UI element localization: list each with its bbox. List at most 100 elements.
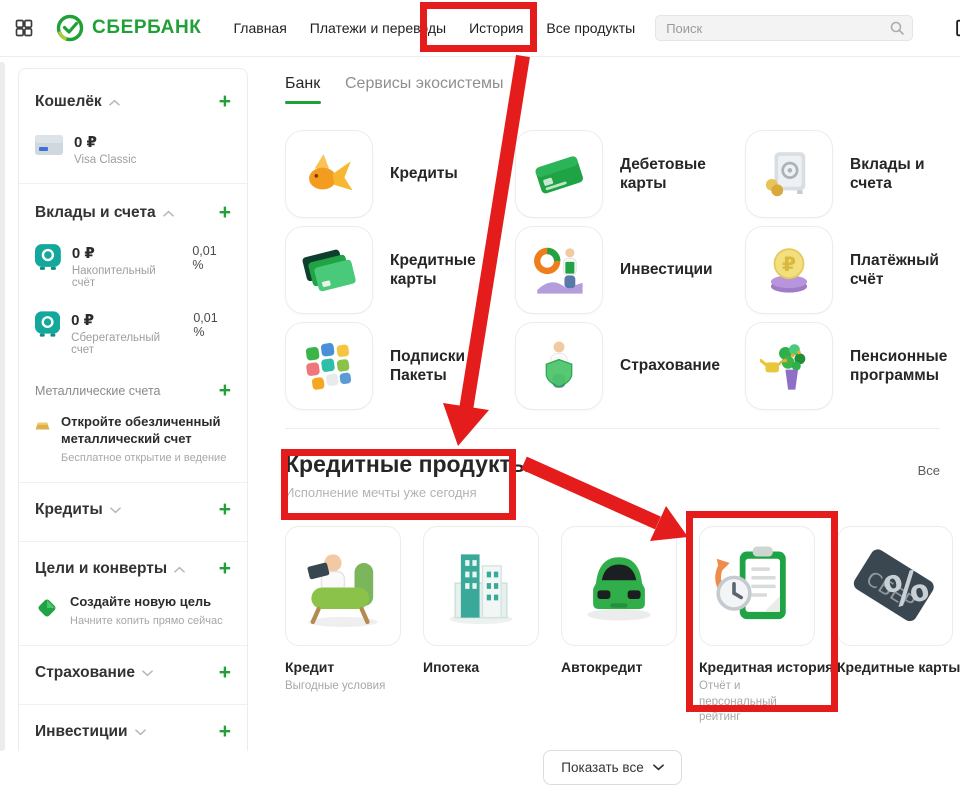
- safe-icon: [35, 244, 61, 270]
- product-label: Кредиты: [390, 164, 458, 183]
- card-image: [561, 526, 677, 646]
- product-label: Дебетовые карты: [620, 155, 736, 194]
- add-deposit-button[interactable]: +: [219, 204, 231, 222]
- product-label: Страхование: [620, 356, 720, 375]
- section-divider: [285, 428, 940, 429]
- account-balance: 0 ₽: [71, 311, 182, 329]
- credit-products-row: Кредит Выгодные условия Ипотека: [285, 526, 957, 726]
- left-edge-strip: [0, 62, 5, 751]
- product-tile: [515, 322, 603, 410]
- insurance-title: Страхование: [35, 664, 135, 682]
- show-all-button[interactable]: Показать все: [543, 750, 681, 785]
- search-input[interactable]: [655, 15, 913, 41]
- app-tiles-icon: [300, 337, 358, 395]
- product-insurance[interactable]: Страхование: [515, 322, 745, 410]
- sberbank-logo[interactable]: СБЕРБАНК: [56, 14, 202, 42]
- sidebar-section-wallet[interactable]: Кошелёк +: [35, 93, 231, 111]
- products-grid: Кредиты Дебетовые карты: [285, 130, 957, 410]
- person-armchair-icon: [297, 540, 389, 632]
- goldfish-icon: [300, 145, 358, 203]
- deposits-title: Вклады и счета: [35, 204, 156, 222]
- gem-icon: [35, 596, 59, 620]
- account-name: Сберегательный счет: [71, 332, 182, 356]
- sidebar-section-deposits[interactable]: Вклады и счета +: [35, 204, 231, 222]
- sidebar-section-metal[interactable]: Металлические счета +: [35, 382, 231, 400]
- ruble-coin-icon: ₽: [760, 241, 818, 299]
- account-item-deposit[interactable]: 0 ₽ Сберегательный счет 0,01 %: [35, 311, 231, 356]
- add-credit-button[interactable]: +: [219, 501, 231, 519]
- product-pension[interactable]: Пенсионные программы: [745, 322, 945, 410]
- plant-watering-icon: [760, 337, 818, 395]
- add-insurance-button[interactable]: +: [219, 664, 231, 682]
- card-title: Ипотека: [423, 659, 539, 675]
- sber-check-icon: [56, 14, 84, 42]
- tab-ecosystem-services[interactable]: Сервисы экосистемы: [345, 75, 503, 104]
- credit-card-cards[interactable]: СБЕР % Кредитные карты: [837, 526, 953, 726]
- product-credit-cards[interactable]: Кредитные карты: [285, 226, 515, 314]
- card-title: Кредитная история: [699, 659, 815, 675]
- logout-button[interactable]: [953, 17, 960, 39]
- product-investments[interactable]: Инвестиции: [515, 226, 745, 314]
- product-debit-cards[interactable]: Дебетовые карты: [515, 130, 745, 218]
- product-tile: ₽: [745, 226, 833, 314]
- divider: [19, 645, 247, 646]
- wallet-card-item[interactable]: 0 ₽ Visa Classic: [35, 133, 231, 166]
- brand-name: СБЕРБАНК: [92, 17, 202, 39]
- account-rate: 0,01 %: [193, 311, 231, 356]
- nav-payments[interactable]: Платежи и переводы: [308, 14, 448, 42]
- chevron-down-icon: [653, 764, 664, 771]
- sidebar-section-investments[interactable]: Инвестиции +: [35, 723, 231, 741]
- goal-promo-item[interactable]: Создайте новую цель Начните копить прямо…: [35, 594, 231, 628]
- nav-all-products[interactable]: Все продукты: [544, 14, 637, 42]
- clipboard-clock-icon: [711, 540, 803, 632]
- metal-title: Металлические счета: [35, 384, 160, 398]
- add-metal-account-button[interactable]: +: [219, 382, 231, 400]
- nav-history[interactable]: История: [467, 14, 525, 42]
- see-all-link[interactable]: Все: [918, 463, 940, 500]
- sidebar-section-credits[interactable]: Кредиты +: [35, 501, 231, 519]
- top-bar: СБЕРБАНК Главная Платежи и переводы Исто…: [0, 0, 960, 57]
- credit-card-history[interactable]: Кредитная история Отчёт и персональный р…: [699, 526, 815, 726]
- account-rate: 0,01 %: [192, 244, 231, 289]
- main-nav: Главная Платежи и переводы История Все п…: [232, 14, 638, 42]
- nav-home[interactable]: Главная: [232, 14, 289, 42]
- apps-grid-icon[interactable]: [14, 15, 34, 41]
- credit-card-auto[interactable]: Автокредит: [561, 526, 677, 726]
- add-goal-button[interactable]: +: [219, 560, 231, 578]
- product-tile: [285, 226, 373, 314]
- add-investment-button[interactable]: +: [219, 723, 231, 741]
- safe-icon: [35, 311, 60, 337]
- goals-title: Цели и конверты: [35, 560, 167, 578]
- catalog-tabs: Банк Сервисы экосистемы: [285, 75, 957, 104]
- card-balance: 0 ₽: [74, 133, 136, 151]
- shield-person-icon: [530, 337, 588, 395]
- credit-card-mortgage[interactable]: Ипотека: [423, 526, 539, 726]
- metal-promo-title: Откройте обезличенный металлический счет: [61, 414, 231, 448]
- card-image: [423, 526, 539, 646]
- credit-products-title: Кредитные продукты: [285, 451, 530, 478]
- product-tile: [285, 322, 373, 410]
- product-deposits[interactable]: Вклады и счета: [745, 130, 945, 218]
- product-tile: [515, 226, 603, 314]
- card-name: Visa Classic: [74, 154, 136, 166]
- investments-chart-person-icon: [530, 241, 588, 299]
- account-balance: 0 ₽: [72, 244, 182, 262]
- metal-promo-item[interactable]: Откройте обезличенный металлический счет…: [35, 414, 231, 465]
- credit-card-loan[interactable]: Кредит Выгодные условия: [285, 526, 401, 726]
- search-icon: [889, 20, 905, 36]
- green-car-icon: [573, 540, 665, 632]
- product-credits[interactable]: Кредиты: [285, 130, 515, 218]
- product-payment-account[interactable]: ₽ Платёжный счёт: [745, 226, 945, 314]
- sidebar-section-insurance[interactable]: Страхование +: [35, 664, 231, 682]
- tab-bank[interactable]: Банк: [285, 75, 320, 92]
- product-subscriptions[interactable]: Подписки и Пакеты: [285, 322, 515, 410]
- bank-card-icon: [35, 135, 63, 155]
- credits-title: Кредиты: [35, 501, 103, 519]
- product-tile: [745, 130, 833, 218]
- add-wallet-button[interactable]: +: [219, 93, 231, 111]
- card-title: Автокредит: [561, 659, 677, 675]
- account-item-savings[interactable]: 0 ₽ Накопительный счёт 0,01 %: [35, 244, 231, 289]
- sidebar-section-goals[interactable]: Цели и конверты +: [35, 560, 231, 578]
- vault-icon: [760, 145, 818, 203]
- product-tile: [285, 130, 373, 218]
